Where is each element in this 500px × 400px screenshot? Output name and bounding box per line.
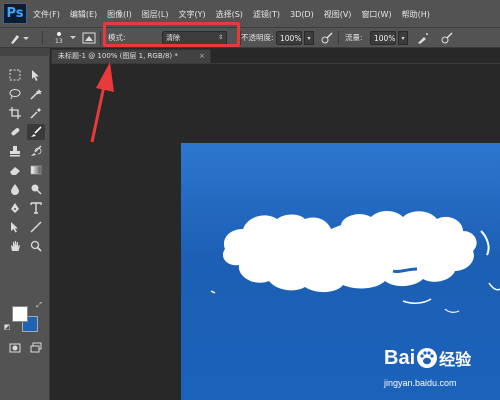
opacity-label: 不透明度: bbox=[241, 33, 274, 42]
close-icon[interactable]: × bbox=[199, 50, 205, 63]
line-tool-icon[interactable] bbox=[27, 219, 45, 235]
tool-preset-picker[interactable] bbox=[8, 31, 30, 45]
opacity-field[interactable]: 100% bbox=[276, 31, 302, 45]
toolbox: ◩ ⤢ bbox=[0, 48, 50, 400]
flow-slider-toggle[interactable]: ▾ bbox=[398, 31, 408, 45]
separator bbox=[338, 31, 339, 45]
pressure-opacity-button[interactable] bbox=[320, 31, 334, 45]
spot-healing-tool-icon[interactable] bbox=[6, 124, 24, 140]
type-tool-icon[interactable] bbox=[27, 200, 45, 216]
flow-label: 流量: bbox=[345, 33, 363, 42]
quick-mask-icon[interactable] bbox=[6, 340, 24, 356]
brush-panel-toggle[interactable] bbox=[82, 31, 96, 45]
pressure-size-icon bbox=[441, 32, 453, 44]
opacity-slider-toggle[interactable]: ▾ bbox=[304, 31, 314, 45]
document-tab[interactable]: 未标题-1 @ 100% (图层 1, RGB/8) * × bbox=[51, 49, 211, 63]
highlight-box bbox=[103, 22, 240, 47]
pressure-opacity-icon bbox=[321, 32, 333, 44]
document-tab-title: 未标题-1 @ 100% (图层 1, RGB/8) * bbox=[58, 52, 178, 60]
photoshop-logo: Ps bbox=[3, 3, 27, 24]
default-colors-icon[interactable]: ◩ bbox=[2, 322, 12, 332]
pen-tool-icon[interactable] bbox=[6, 200, 24, 216]
separator bbox=[100, 31, 101, 45]
menu-filter[interactable]: 滤镜(T) bbox=[253, 9, 280, 20]
menu-layer[interactable]: 图层(L) bbox=[142, 9, 169, 20]
blur-tool-icon[interactable] bbox=[6, 181, 24, 197]
brush-size-value: 13 bbox=[55, 38, 63, 45]
separator bbox=[42, 31, 43, 45]
screen-mode-icon[interactable] bbox=[27, 340, 45, 356]
airbrush-icon bbox=[418, 33, 428, 44]
lasso-tool-icon[interactable] bbox=[6, 86, 24, 102]
foreground-color-swatch[interactable] bbox=[12, 306, 28, 322]
eyedropper-tool-icon[interactable] bbox=[27, 105, 45, 121]
zoom-tool-icon[interactable] bbox=[27, 238, 45, 254]
baidu-logo: Bai 经验 bbox=[384, 346, 472, 370]
menu-image[interactable]: 图像(I) bbox=[107, 9, 132, 20]
history-brush-tool-icon[interactable] bbox=[27, 143, 45, 159]
options-bar: 13 模式: 清除 ⇕ 不透明度: 100% ▾ 流量: 100% ▾ bbox=[0, 28, 500, 48]
menu-edit[interactable]: 编辑(E) bbox=[70, 9, 97, 20]
menu-3d[interactable]: 3D(D) bbox=[290, 10, 314, 19]
brush-tool-icon[interactable] bbox=[27, 124, 45, 140]
crop-tool-icon[interactable] bbox=[6, 105, 24, 121]
clone-stamp-tool-icon[interactable] bbox=[6, 143, 24, 159]
dodge-tool-icon[interactable] bbox=[27, 181, 45, 197]
gradient-tool-icon[interactable] bbox=[27, 162, 45, 178]
toolbox-grip[interactable] bbox=[0, 48, 50, 56]
menu-view[interactable]: 视图(V) bbox=[324, 9, 352, 20]
brush-panel-icon bbox=[82, 32, 96, 44]
airbrush-button[interactable] bbox=[416, 31, 430, 45]
magic-wand-tool-icon[interactable] bbox=[27, 86, 45, 102]
brush-size-picker[interactable]: 13 bbox=[52, 30, 78, 45]
menu-help[interactable]: 帮助(H) bbox=[402, 9, 430, 20]
tab-strip bbox=[51, 63, 500, 64]
menu-window[interactable]: 窗口(W) bbox=[361, 9, 391, 20]
marquee-tool-icon[interactable] bbox=[6, 67, 24, 83]
menu-type[interactable]: 文字(Y) bbox=[178, 9, 205, 20]
flow-field[interactable]: 100% bbox=[370, 31, 396, 45]
eraser-tool-icon[interactable] bbox=[6, 162, 24, 178]
watermark-url: jingyan.baidu.com bbox=[384, 378, 457, 388]
menu-file[interactable]: 文件(F) bbox=[33, 9, 60, 20]
move-tool-icon[interactable] bbox=[27, 67, 45, 83]
brush-preset-icon bbox=[11, 35, 29, 44]
hand-tool-icon[interactable] bbox=[6, 238, 24, 254]
menu-bar: Ps 文件(F) 编辑(E) 图像(I) 图层(L) 文字(Y) 选择(S) 滤… bbox=[0, 0, 500, 28]
paw-icon bbox=[417, 348, 438, 368]
swap-colors-icon[interactable]: ⤢ bbox=[34, 300, 44, 310]
pressure-size-button[interactable] bbox=[440, 31, 454, 45]
baidu-watermark: Bai 经验 jingyan.baidu.com bbox=[378, 344, 498, 398]
menu-select[interactable]: 选择(S) bbox=[216, 9, 243, 20]
path-selection-tool-icon[interactable] bbox=[6, 219, 24, 235]
